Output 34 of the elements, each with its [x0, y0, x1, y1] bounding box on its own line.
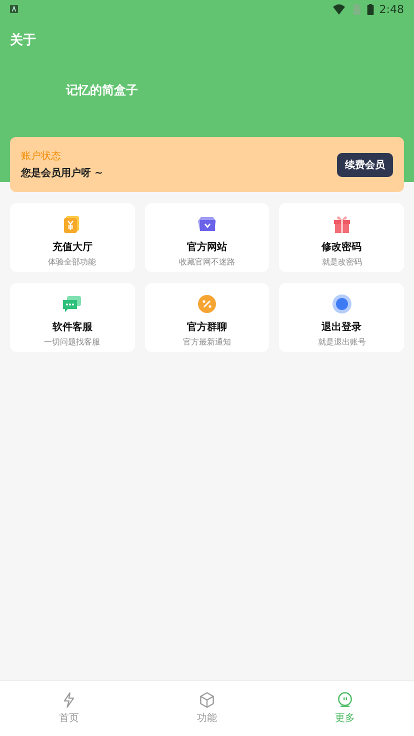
percent-icon [196, 294, 217, 314]
status-time: 2:48 [379, 2, 404, 16]
circle-icon [332, 294, 352, 314]
tile-subtitle: 就是改密码 [322, 256, 362, 268]
tile-subtitle: 就是退出账号 [318, 337, 366, 348]
tile-title: 软件客服 [52, 320, 92, 334]
tile-subtitle: 收藏官网不迷路 [178, 256, 235, 268]
renew-button[interactable]: 续费会员 [337, 152, 393, 176]
app-name: 记忆的简盒子 [66, 82, 138, 99]
menu-tile[interactable]: 软件客服 一切问题找客服 [10, 283, 135, 352]
account-status-label: 账户状态 [21, 150, 61, 163]
tile-title: 官方网站 [186, 240, 227, 254]
member-message: 您是会员用户呀 ~ [21, 166, 103, 180]
menu-tile[interactable]: 修改密码 就是改密码 [279, 203, 404, 272]
wifi-icon [333, 4, 346, 14]
tile-subtitle: 官方最新通知 [182, 336, 231, 348]
battery-icon [367, 4, 374, 14]
tile-title: 修改密码 [322, 240, 362, 254]
menu-tile[interactable]: 充值大厅 体验全部功能 [10, 203, 135, 272]
ticket-icon [196, 214, 217, 234]
robot-icon [336, 691, 354, 709]
cube-icon [198, 691, 216, 709]
tile-subtitle: 体验全部功能 [48, 257, 96, 268]
menu-tile[interactable]: 官方网站 收藏官网不迷路 [144, 203, 270, 272]
menu-tile[interactable]: 退出登录 就是退出账号 [279, 283, 404, 352]
menu-tile[interactable]: 官方群聊 官方最新通知 [144, 283, 270, 352]
page-title: 关于 [10, 32, 36, 49]
tile-subtitle: 一切问题找客服 [44, 336, 100, 348]
chat-icon [62, 294, 82, 314]
notification-icon [10, 5, 18, 13]
tile-title: 充值大厅 [52, 240, 92, 254]
gift-icon [332, 214, 352, 234]
tile-title: 官方群聊 [186, 320, 227, 334]
tile-title: 退出登录 [322, 320, 362, 334]
